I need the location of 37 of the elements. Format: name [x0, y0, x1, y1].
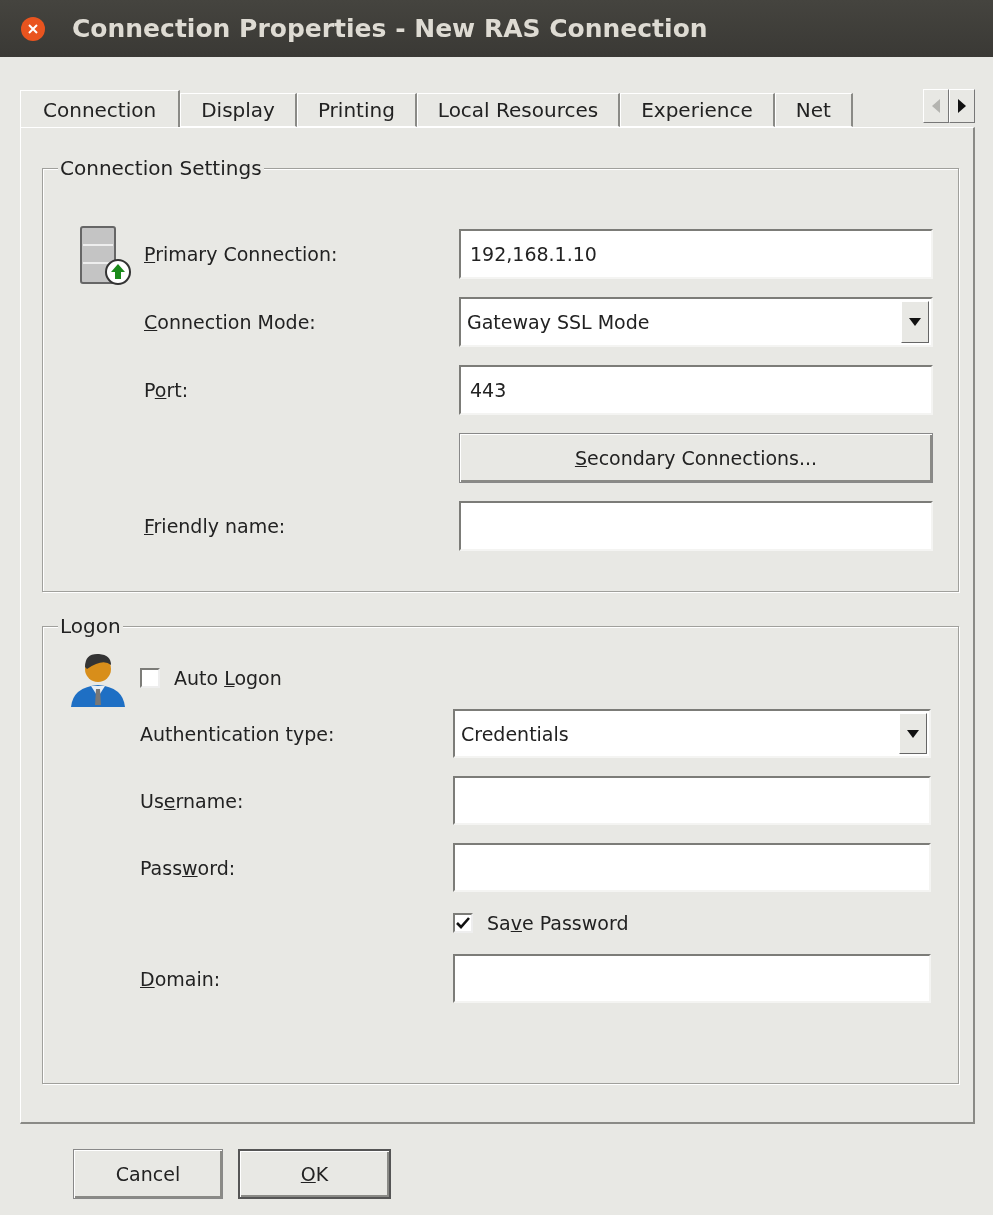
secondary-connections-button[interactable]: Secondary Connections... [459, 433, 933, 483]
field-label: Username: [140, 789, 245, 812]
window-title: Connection Properties - New RAS Connection [72, 14, 708, 43]
field-label: Domain: [140, 967, 222, 990]
input-field[interactable] [453, 954, 931, 1003]
close-icon[interactable] [20, 15, 46, 42]
checkbox[interactable] [453, 913, 473, 933]
field-label: Port: [144, 379, 190, 401]
ok-button[interactable]: OK [238, 1149, 391, 1199]
tab[interactable]: Printing [296, 93, 417, 127]
input-field[interactable] [453, 776, 931, 825]
checkbox-label: Auto Logon [174, 667, 282, 689]
field-label: Connection Mode: [144, 311, 317, 333]
scroll-right-button[interactable] [949, 89, 975, 123]
server-icon [79, 225, 133, 287]
checkbox[interactable] [140, 668, 160, 688]
caret-icon [907, 729, 919, 738]
dropdown[interactable]: Credentials [453, 709, 931, 758]
input-field[interactable] [459, 501, 933, 551]
left-arrow-icon [932, 99, 940, 113]
dropdown[interactable]: Gateway SSL Mode [459, 297, 933, 347]
tab[interactable]: Experience [620, 93, 775, 127]
field-label: Authentication type: [140, 722, 336, 745]
input-field[interactable]: 192,168.1.10 [459, 229, 933, 279]
input-field[interactable]: 443 [459, 365, 933, 415]
caret-icon [909, 318, 921, 326]
checkbox-label: Save Password [487, 912, 629, 934]
field-label: Password: [140, 856, 237, 879]
field-label: Primary Connection: [144, 243, 339, 265]
input-field[interactable] [453, 843, 931, 892]
tab[interactable]: Net [774, 93, 853, 127]
cancel-button[interactable]: Cancel [73, 1149, 223, 1199]
tab[interactable]: Local Resources [416, 93, 621, 127]
field-label: Friendly name: [144, 515, 287, 537]
right-arrow-icon [958, 99, 966, 113]
tab[interactable]: Connection [20, 90, 181, 127]
tab[interactable]: Display [180, 93, 297, 127]
